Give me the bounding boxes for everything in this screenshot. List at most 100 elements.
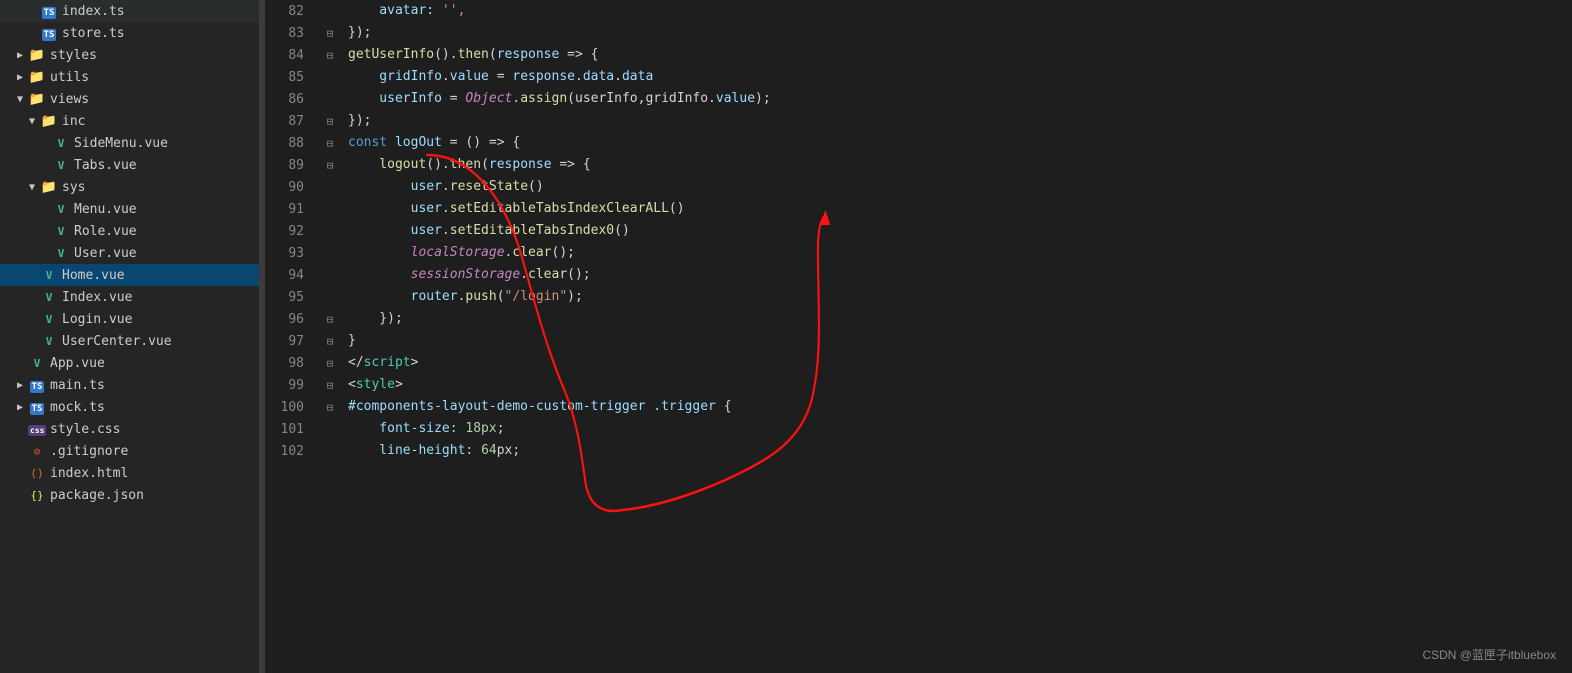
line-number: 86 — [265, 88, 320, 110]
line-number: 98 — [265, 352, 320, 374]
sidebar-item-store-ts[interactable]: TSstore.ts — [0, 22, 259, 44]
sidebar-item-usercenter-vue[interactable]: VUserCenter.vue — [0, 330, 259, 352]
vue-icon: V — [52, 136, 70, 150]
line-gutter — [320, 264, 340, 286]
tree-item-label: inc — [62, 114, 85, 129]
sidebar-item-user-vue[interactable]: VUser.vue — [0, 242, 259, 264]
code-line-86: 86 userInfo = Object.assign(userInfo,gri… — [265, 88, 1572, 110]
line-gutter[interactable]: ⊟ — [320, 44, 340, 66]
line-gutter[interactable]: ⊟ — [320, 352, 340, 374]
sidebar-item-menu-vue[interactable]: VMenu.vue — [0, 198, 259, 220]
line-content: gridInfo.value = response.data.data — [340, 66, 1572, 88]
tree-item-label: mock.ts — [50, 400, 105, 415]
line-gutter[interactable]: ⊟ — [320, 374, 340, 396]
line-gutter[interactable]: ⊟ — [320, 330, 340, 352]
sidebar-item-home-vue[interactable]: V Home.vue — [0, 264, 259, 286]
line-number: 95 — [265, 286, 320, 308]
line-gutter — [320, 242, 340, 264]
line-content: line-height: 64px; — [340, 440, 1572, 462]
vue-icon: V — [40, 268, 58, 282]
sidebar-item-index-vue[interactable]: V Index.vue — [0, 286, 259, 308]
sidebar-item-style-css[interactable]: cssstyle.css — [0, 418, 259, 440]
sidebar-item-utils[interactable]: ▶📁utils — [0, 66, 259, 88]
code-line-96: 96⊟ }); — [265, 308, 1572, 330]
code-line-89: 89⊟ logout().then(response => { — [265, 154, 1572, 176]
ts-icon: TS — [28, 378, 46, 392]
html-icon: ⟨⟩ — [28, 466, 46, 480]
sidebar-item-mock-ts[interactable]: ▶TSmock.ts — [0, 396, 259, 418]
line-content: logout().then(response => { — [340, 154, 1572, 176]
line-number: 83 — [265, 22, 320, 44]
line-number: 82 — [265, 0, 320, 22]
line-gutter[interactable]: ⊟ — [320, 308, 340, 330]
code-editor[interactable]: 82 avatar: '',83⊟});84⊟getUserInfo().the… — [265, 0, 1572, 673]
line-content: }); — [340, 308, 1572, 330]
line-number: 84 — [265, 44, 320, 66]
tree-item-label: package.json — [50, 488, 144, 503]
vue-icon: V — [40, 290, 58, 304]
tree-item-label: SideMenu.vue — [74, 136, 168, 151]
code-line-87: 87⊟}); — [265, 110, 1572, 132]
tree-item-label: main.ts — [50, 378, 105, 393]
line-gutter[interactable]: ⊟ — [320, 132, 340, 154]
sidebar-item-sidemenu-vue[interactable]: V SideMenu.vue — [0, 132, 259, 154]
tree-item-label: App.vue — [50, 356, 105, 371]
sidebar-item-tabs-vue[interactable]: VTabs.vue — [0, 154, 259, 176]
json-icon: {} — [28, 488, 46, 502]
sidebar-item-views[interactable]: ▼📁views — [0, 88, 259, 110]
line-gutter — [320, 176, 340, 198]
line-content: user.resetState() — [340, 176, 1572, 198]
sidebar-item-gitignore[interactable]: ⊘.gitignore — [0, 440, 259, 462]
line-gutter — [320, 0, 340, 22]
sidebar-item-index-ts[interactable]: TSindex.ts — [0, 0, 259, 22]
line-content: font-size: 18px; — [340, 418, 1572, 440]
code-line-97: 97⊟} — [265, 330, 1572, 352]
line-content: user.setEditableTabsIndexClearALL() — [340, 198, 1572, 220]
sidebar-item-app-vue[interactable]: V App.vue — [0, 352, 259, 374]
tree-item-label: Index.vue — [62, 290, 132, 305]
line-number: 94 — [265, 264, 320, 286]
sidebar-item-package-json[interactable]: {} package.json — [0, 484, 259, 506]
line-gutter[interactable]: ⊟ — [320, 154, 340, 176]
tree-item-label: Role.vue — [74, 224, 137, 239]
sidebar-item-main-ts[interactable]: ▶TS main.ts — [0, 374, 259, 396]
code-line-102: 102 line-height: 64px; — [265, 440, 1572, 462]
tree-item-label: Tabs.vue — [74, 158, 137, 173]
line-gutter[interactable]: ⊟ — [320, 110, 340, 132]
line-number: 97 — [265, 330, 320, 352]
code-line-92: 92 user.setEditableTabsIndex0() — [265, 220, 1572, 242]
line-gutter[interactable]: ⊟ — [320, 396, 340, 418]
line-gutter — [320, 440, 340, 462]
code-line-90: 90 user.resetState() — [265, 176, 1572, 198]
sidebar-item-login-vue[interactable]: VLogin.vue — [0, 308, 259, 330]
tree-item-label: sys — [62, 180, 85, 195]
line-content: getUserInfo().then(response => { — [340, 44, 1572, 66]
code-line-95: 95 router.push("/login"); — [265, 286, 1572, 308]
tree-item-label: style.css — [50, 422, 120, 437]
line-content: sessionStorage.clear(); — [340, 264, 1572, 286]
sidebar-item-inc[interactable]: ▼📁inc — [0, 110, 259, 132]
line-gutter — [320, 220, 340, 242]
tree-item-label: index.ts — [62, 4, 125, 19]
tree-arrow: ▼ — [12, 94, 28, 105]
vue-icon: V — [28, 356, 46, 370]
folder-icon: 📁 — [28, 48, 46, 63]
folder-open-icon: 📁 — [40, 180, 58, 195]
sidebar-item-index-html[interactable]: ⟨⟩index.html — [0, 462, 259, 484]
folder-open-icon: 📁 — [40, 114, 58, 129]
code-line-88: 88⊟const logOut = () => { — [265, 132, 1572, 154]
sidebar-item-styles[interactable]: ▶📁styles — [0, 44, 259, 66]
ts-icon: TS — [28, 400, 46, 414]
line-content: avatar: '', — [340, 0, 1572, 22]
code-line-93: 93 localStorage.clear(); — [265, 242, 1572, 264]
tree-item-label: views — [50, 92, 89, 107]
line-content: }); — [340, 22, 1572, 44]
sidebar-item-role-vue[interactable]: V Role.vue — [0, 220, 259, 242]
tree-item-label: Home.vue — [62, 268, 125, 283]
vue-icon: V — [52, 224, 70, 238]
tree-arrow: ▶ — [12, 380, 28, 391]
sidebar-item-sys[interactable]: ▼📁sys — [0, 176, 259, 198]
line-number: 89 — [265, 154, 320, 176]
line-gutter[interactable]: ⊟ — [320, 22, 340, 44]
tree-item-label: Login.vue — [62, 312, 132, 327]
